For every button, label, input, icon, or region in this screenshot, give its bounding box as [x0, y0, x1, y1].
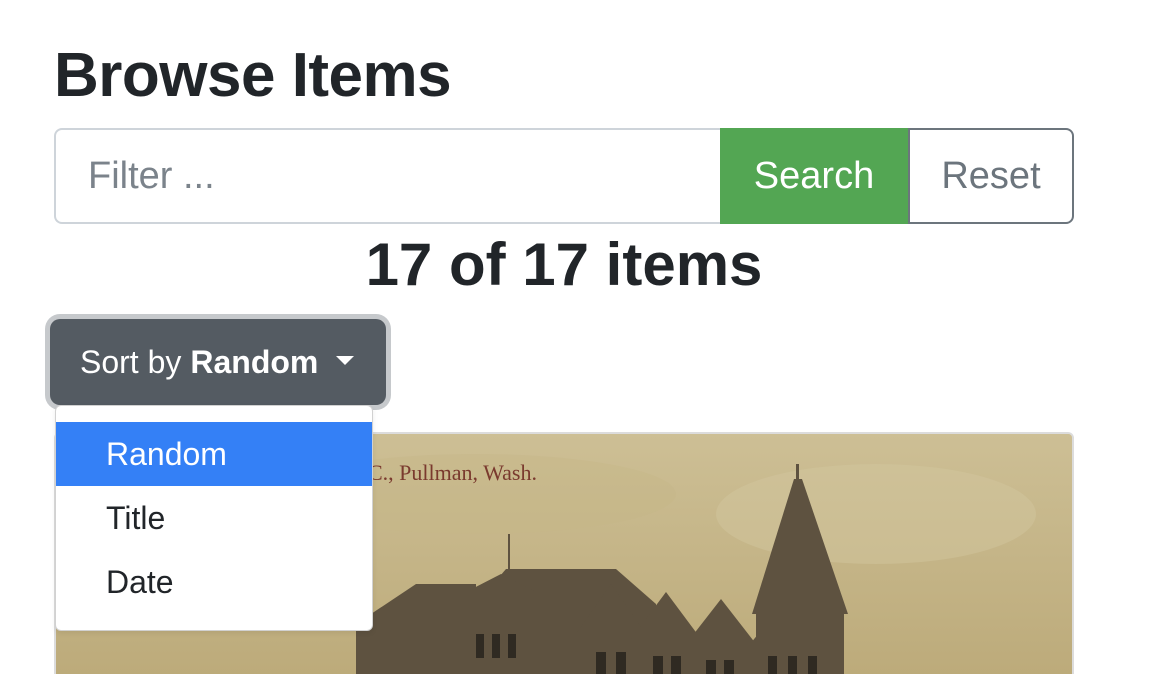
browse-items-page: Browse Items Search Reset 17 of 17 items… [0, 0, 1164, 674]
sort-dropdown-menu: Random Title Date [55, 405, 373, 631]
postcard-caption: C., Pullman, Wash. [368, 460, 537, 485]
search-button[interactable]: Search [720, 128, 908, 224]
caret-down-icon [336, 355, 355, 365]
filter-input[interactable] [54, 128, 720, 224]
item-count: 17 of 17 items [365, 231, 763, 298]
sort-option-random[interactable]: Random [56, 422, 372, 486]
reset-button[interactable]: Reset [908, 128, 1074, 224]
sort-prefix: Sort by [80, 343, 182, 380]
sort-dropdown-toggle[interactable]: Sort by Random [50, 319, 386, 405]
sort-option-title[interactable]: Title [56, 486, 372, 550]
sort-selected-value: Random [190, 343, 319, 380]
page-title: Browse Items [54, 41, 452, 110]
search-bar: Search Reset [54, 128, 1074, 224]
sort-option-date[interactable]: Date [56, 550, 372, 614]
